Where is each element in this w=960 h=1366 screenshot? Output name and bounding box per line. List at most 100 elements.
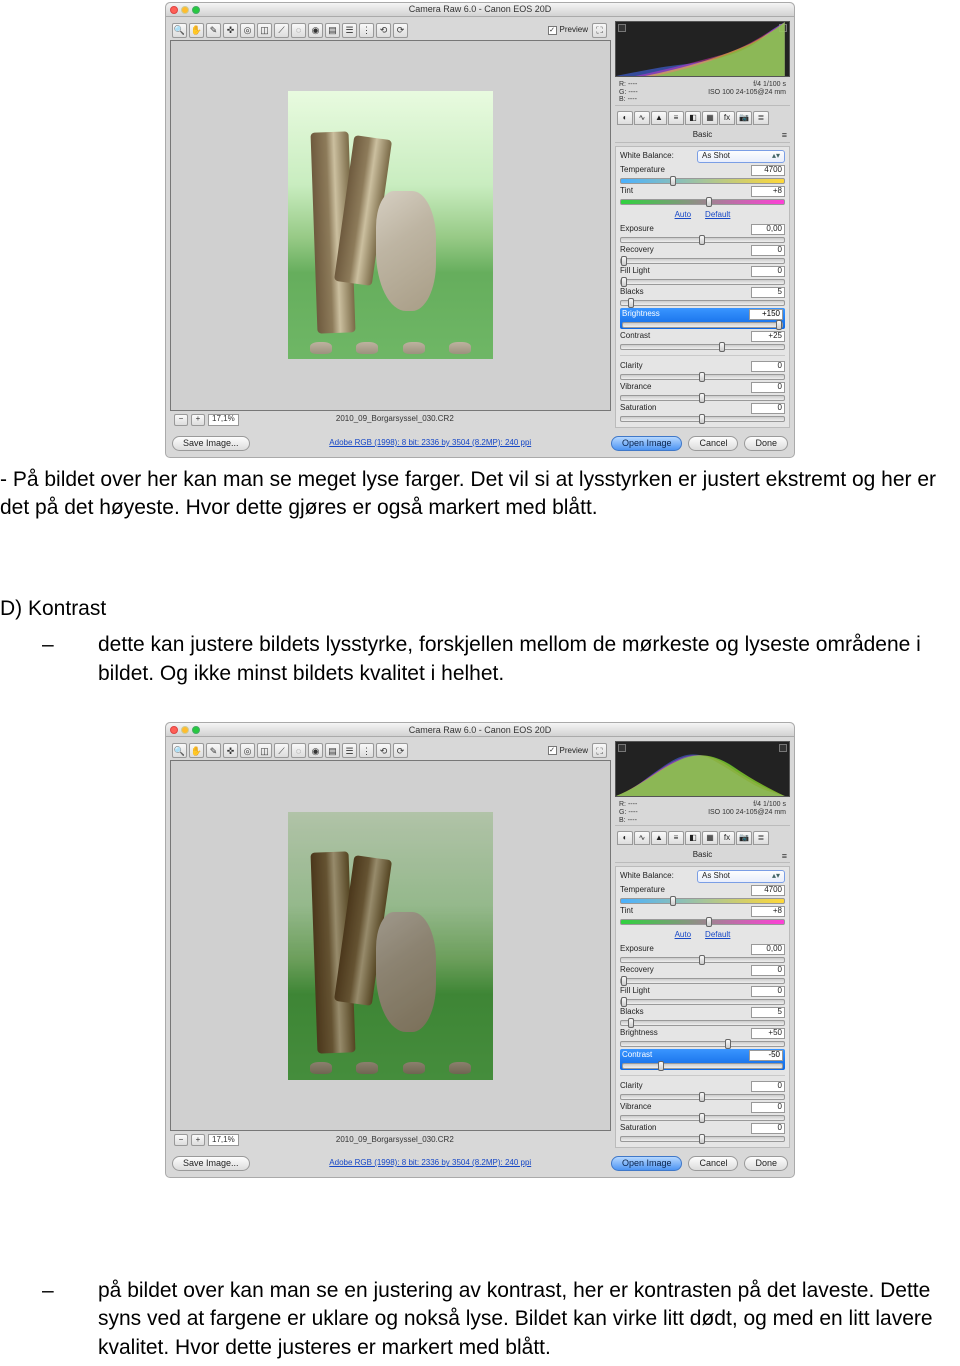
fullscreen-icon[interactable]: ⛶ <box>592 23 607 38</box>
tab-lens-icon[interactable]: ▦ <box>702 111 718 125</box>
clarity-slider[interactable]: Clarity0 <box>620 1081 785 1100</box>
recovery-value[interactable]: 0 <box>751 245 785 256</box>
wb-eyedropper-icon[interactable]: ✎ <box>206 23 221 38</box>
zoom-in-button[interactable]: + <box>191 414 205 426</box>
temperature-slider[interactable]: Temperature4700 <box>620 165 785 184</box>
spot-removal-icon[interactable]: ◌ <box>291 743 306 758</box>
exposure-slider[interactable]: Exposure0,00 <box>620 944 785 963</box>
temperature-slider[interactable]: Temperature4700 <box>620 885 785 904</box>
brightness-value[interactable]: +50 <box>751 1028 785 1039</box>
saturation-slider[interactable]: Saturation0 <box>620 1123 785 1142</box>
workflow-link[interactable]: Adobe RGB (1998): 8 bit: 2336 by 3504 (8… <box>250 1158 611 1169</box>
tab-curve-icon[interactable]: ∿ <box>634 111 650 125</box>
exposure-slider[interactable]: Exposure0,00 <box>620 224 785 243</box>
spot-removal-icon[interactable]: ◌ <box>291 23 306 38</box>
contrast-value[interactable]: -50 <box>749 1050 783 1061</box>
tab-camera-icon[interactable]: 📷 <box>736 831 752 845</box>
hand-tool-icon[interactable]: ✋ <box>189 743 204 758</box>
redeye-tool-icon[interactable]: ◉ <box>308 743 323 758</box>
saturation-slider[interactable]: Saturation0 <box>620 403 785 422</box>
crop-tool-icon[interactable]: ◫ <box>257 23 272 38</box>
default-link[interactable]: Default <box>705 210 730 221</box>
clarity-value[interactable]: 0 <box>751 1081 785 1092</box>
auto-link[interactable]: Auto <box>675 210 691 221</box>
temperature-value[interactable]: 4700 <box>751 165 785 176</box>
vibrance-value[interactable]: 0 <box>751 1102 785 1113</box>
tab-hsl-icon[interactable]: ≡ <box>668 831 684 845</box>
brightness-slider-highlighted[interactable]: Brightness+150 <box>620 308 785 329</box>
save-image-button[interactable]: Save Image... <box>172 436 250 451</box>
preview-checkbox[interactable]: ✓ Preview <box>548 25 588 36</box>
tab-detail-icon[interactable]: ▲ <box>651 831 667 845</box>
tab-curve-icon[interactable]: ∿ <box>634 831 650 845</box>
tab-split-icon[interactable]: ◧ <box>685 831 701 845</box>
crop-tool-icon[interactable]: ◫ <box>257 743 272 758</box>
brightness-value[interactable]: +150 <box>749 309 783 320</box>
tab-basic-icon[interactable]: ◐ <box>617 111 633 125</box>
panel-menu-icon[interactable]: ≡ <box>782 850 787 862</box>
filllight-value[interactable]: 0 <box>751 266 785 277</box>
saturation-value[interactable]: 0 <box>751 403 785 414</box>
tab-hsl-icon[interactable]: ≡ <box>668 111 684 125</box>
tab-detail-icon[interactable]: ▲ <box>651 111 667 125</box>
filllight-value[interactable]: 0 <box>751 986 785 997</box>
contrast-value[interactable]: +25 <box>751 331 785 342</box>
wb-select[interactable]: As Shot▴▾ <box>697 870 785 883</box>
tab-presets-icon[interactable]: ≣ <box>753 111 769 125</box>
prefs-icon[interactable]: ⋮ <box>359 743 374 758</box>
target-adjust-icon[interactable]: ◎ <box>240 743 255 758</box>
color-sampler-icon[interactable]: ✜ <box>223 23 238 38</box>
vibrance-slider[interactable]: Vibrance0 <box>620 1102 785 1121</box>
done-button[interactable]: Done <box>744 436 788 451</box>
graduated-filter-icon[interactable]: ☰ <box>342 743 357 758</box>
recovery-value[interactable]: 0 <box>751 965 785 976</box>
wb-select[interactable]: As Shot▴▾ <box>697 150 785 163</box>
save-image-button[interactable]: Save Image... <box>172 1156 250 1171</box>
zoom-in-button[interactable]: + <box>191 1134 205 1146</box>
cancel-button[interactable]: Cancel <box>688 1156 738 1171</box>
tab-camera-icon[interactable]: 📷 <box>736 111 752 125</box>
vibrance-slider[interactable]: Vibrance0 <box>620 382 785 401</box>
filllight-slider[interactable]: Fill Light0 <box>620 986 785 1005</box>
contrast-slider-highlighted[interactable]: Contrast-50 <box>620 1049 785 1070</box>
adjustment-brush-icon[interactable]: ▤ <box>325 743 340 758</box>
zoom-tool-icon[interactable]: 🔍 <box>172 743 187 758</box>
tab-basic-icon[interactable]: ◐ <box>617 831 633 845</box>
preview-checkbox[interactable]: ✓ Preview <box>548 746 588 757</box>
auto-link[interactable]: Auto <box>675 930 691 941</box>
rotate-cw-icon[interactable]: ⟳ <box>393 743 408 758</box>
filllight-slider[interactable]: Fill Light0 <box>620 266 785 285</box>
recovery-slider[interactable]: Recovery0 <box>620 245 785 264</box>
zoom-tool-icon[interactable]: 🔍 <box>172 23 187 38</box>
graduated-filter-icon[interactable]: ☰ <box>342 23 357 38</box>
cancel-button[interactable]: Cancel <box>688 436 738 451</box>
contrast-slider[interactable]: Contrast+25 <box>620 331 785 350</box>
redeye-tool-icon[interactable]: ◉ <box>308 23 323 38</box>
prefs-icon[interactable]: ⋮ <box>359 23 374 38</box>
open-image-button[interactable]: Open Image <box>611 1156 683 1171</box>
straighten-tool-icon[interactable]: ⟋ <box>274 743 289 758</box>
tab-presets-icon[interactable]: ≣ <box>753 831 769 845</box>
blacks-value[interactable]: 5 <box>751 287 785 298</box>
image-viewport[interactable] <box>170 40 611 411</box>
zoom-level[interactable]: 17,1% <box>208 414 239 426</box>
temperature-value[interactable]: 4700 <box>751 885 785 896</box>
blacks-value[interactable]: 5 <box>751 1007 785 1018</box>
default-link[interactable]: Default <box>705 930 730 941</box>
recovery-slider[interactable]: Recovery0 <box>620 965 785 984</box>
blacks-slider[interactable]: Blacks5 <box>620 1007 785 1026</box>
tint-value[interactable]: +8 <box>751 186 785 197</box>
color-sampler-icon[interactable]: ✜ <box>223 743 238 758</box>
tab-fx-icon[interactable]: fx <box>719 111 735 125</box>
saturation-value[interactable]: 0 <box>751 1123 785 1134</box>
exposure-value[interactable]: 0,00 <box>751 944 785 955</box>
blacks-slider[interactable]: Blacks5 <box>620 287 785 306</box>
tab-split-icon[interactable]: ◧ <box>685 111 701 125</box>
rotate-ccw-icon[interactable]: ⟲ <box>376 743 391 758</box>
rotate-cw-icon[interactable]: ⟳ <box>393 23 408 38</box>
clarity-value[interactable]: 0 <box>751 361 785 372</box>
zoom-level[interactable]: 17,1% <box>208 1134 239 1146</box>
vibrance-value[interactable]: 0 <box>751 382 785 393</box>
tab-lens-icon[interactable]: ▦ <box>702 831 718 845</box>
adjustment-brush-icon[interactable]: ▤ <box>325 23 340 38</box>
